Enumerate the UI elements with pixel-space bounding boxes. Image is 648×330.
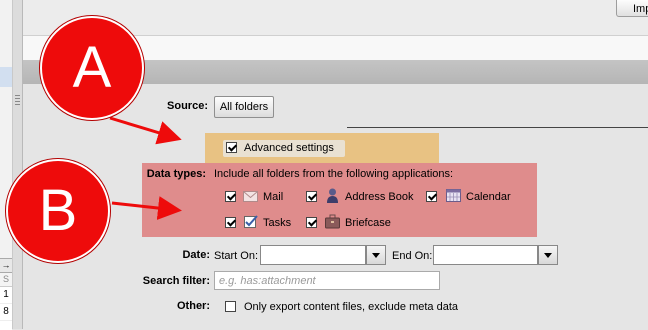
arrow-b (111, 196, 182, 220)
callout-b: B (6, 159, 110, 263)
arrow-a (109, 116, 182, 145)
callout-a: A (40, 16, 144, 120)
